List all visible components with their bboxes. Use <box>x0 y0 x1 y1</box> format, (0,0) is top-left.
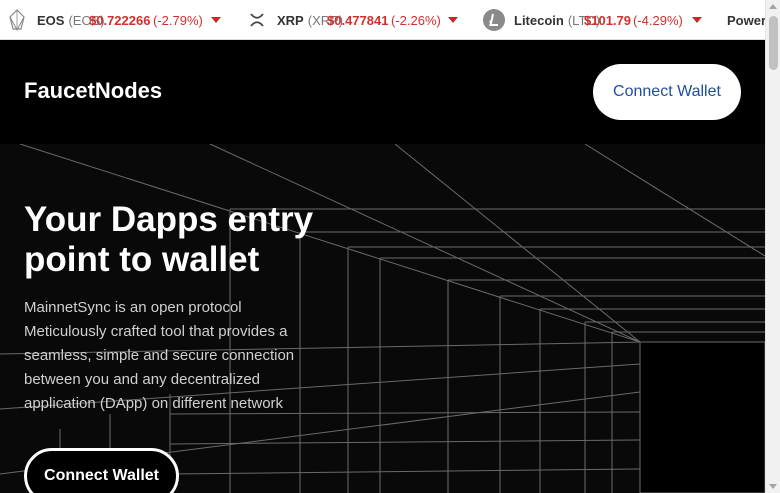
ticker-name: Litecoin <box>514 12 564 28</box>
scroll-up-arrow-icon[interactable] <box>769 4 777 9</box>
ticker-item-power[interactable]: Power <box>727 0 765 39</box>
header-connect-wallet-button[interactable]: Connect Wallet <box>593 64 741 120</box>
eos-icon <box>6 9 28 31</box>
ticker-name: Power <box>727 12 765 28</box>
ticker-name: EOS <box>37 12 65 28</box>
hero-description: MainnetSync is an open protocol Meticulo… <box>24 299 295 412</box>
hero-connect-wallet-button[interactable]: Connect Wallet <box>24 448 179 493</box>
page-scrollbar[interactable] <box>765 0 780 493</box>
down-arrow-icon <box>211 17 221 23</box>
scroll-down-arrow-icon[interactable] <box>769 484 777 489</box>
crypto-price-ticker: EOS (EOS) $0.722266 (-2.79%) XRP (XRP) $… <box>0 0 765 40</box>
ticker-name: XRP <box>277 12 304 28</box>
ticker-change: (-4.29%) <box>633 12 683 28</box>
hero-title: Your Dapps entry point to wallet <box>24 200 314 279</box>
ticker-price: $0.477841 <box>327 12 389 28</box>
down-arrow-icon <box>448 17 458 23</box>
ticker-change: (-2.26%) <box>391 12 441 28</box>
ticker-item-xrp[interactable]: XRP (XRP) $0.477841 (-2.26%) <box>246 0 458 39</box>
ticker-item-litecoin[interactable]: Litecoin (LTC) $101.79 (-4.29%) <box>483 0 702 39</box>
ticker-change: (-2.79%) <box>153 12 203 28</box>
down-arrow-icon <box>692 17 702 23</box>
xrp-icon <box>246 9 268 31</box>
litecoin-icon <box>483 9 505 31</box>
brand-logo-text[interactable]: FaucetNodes <box>24 78 162 104</box>
site-header: FaucetNodes Connect Wallet <box>0 40 765 144</box>
scrollbar-thumb[interactable] <box>769 16 778 70</box>
hero-section: Your Dapps entry point to wallet Mainnet… <box>0 144 765 493</box>
ticker-price: $101.79 <box>584 12 631 28</box>
ticker-price: $0.722266 <box>89 12 151 28</box>
ticker-item-eos[interactable]: EOS (EOS) $0.722266 (-2.79%) <box>6 0 221 39</box>
